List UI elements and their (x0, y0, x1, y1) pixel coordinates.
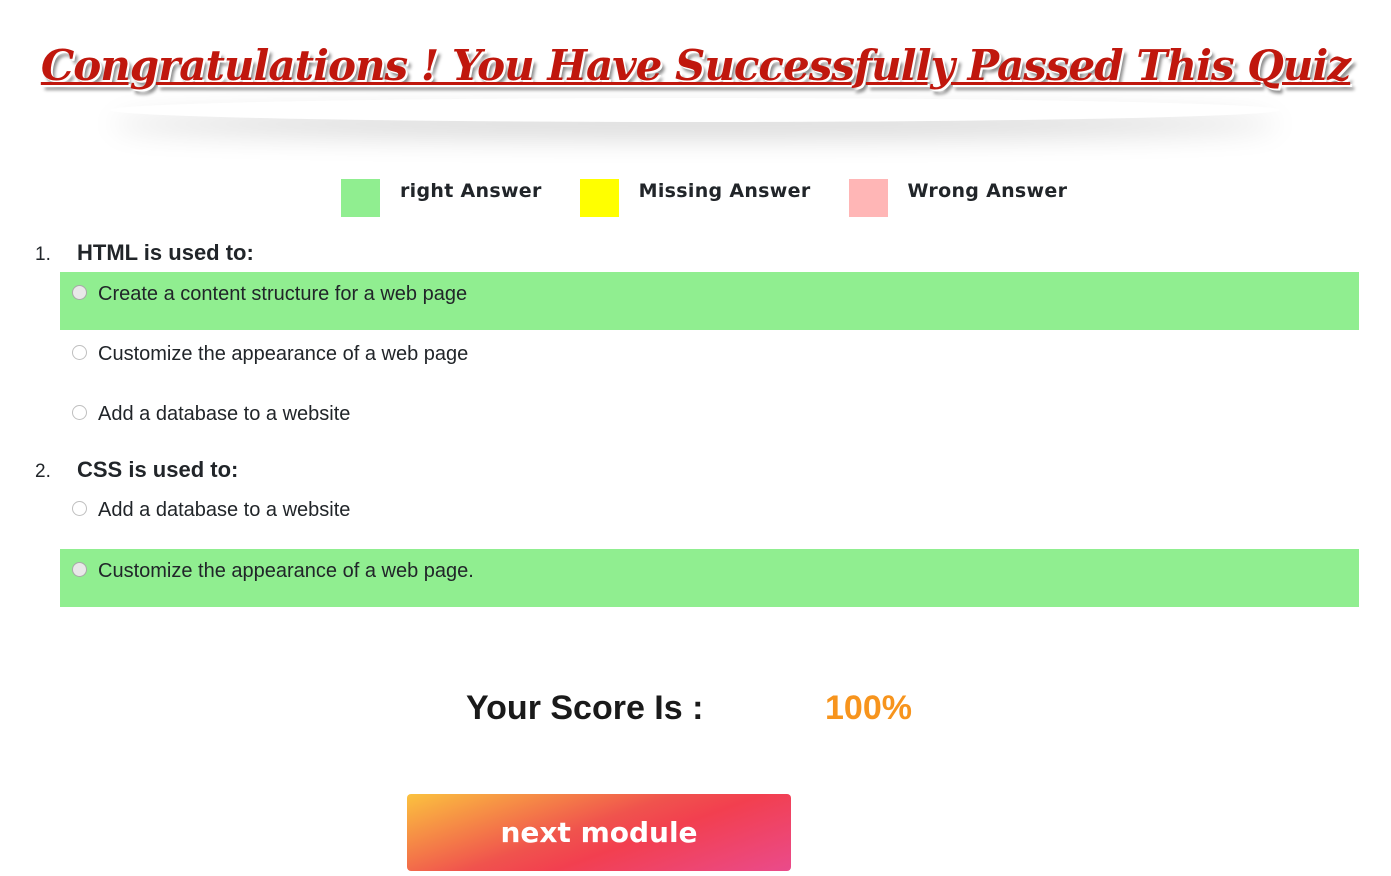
score-row: Your Score Is : 100% (0, 689, 1391, 733)
question-text: HTML is used to: (77, 240, 254, 265)
answer-option-label: Add a database to a website (98, 403, 351, 425)
radio-button[interactable] (72, 285, 87, 300)
wrong-answer-swatch (848, 179, 888, 217)
question-2: 2. CSS is used to: (0, 457, 1391, 487)
legend-item-right: right Answer (341, 179, 580, 217)
answer-option[interactable]: Customize the appearance of a web page. (60, 549, 1359, 607)
question-number: 2. (35, 461, 51, 482)
legend-item-missing: Missing Answer (579, 179, 849, 217)
legend-item-wrong: Wrong Answer (848, 179, 1106, 217)
answer-legend: right Answer Missing Answer Wrong Answer (341, 179, 1105, 217)
answer-option-label: Customize the appearance of a web page (98, 343, 469, 365)
answer-option-label: Customize the appearance of a web page. (98, 560, 474, 582)
answer-option[interactable]: Create a content structure for a web pag… (60, 272, 1359, 330)
radio-button[interactable] (72, 405, 87, 420)
radio-button[interactable] (72, 562, 87, 577)
radio-button[interactable] (72, 501, 87, 516)
score-value: 100% (825, 689, 912, 727)
legend-label-wrong: Wrong Answer (907, 180, 1068, 202)
answer-option-label: Create a content structure for a web pag… (98, 283, 468, 305)
answer-option-label: Add a database to a website (98, 499, 351, 521)
question-number: 1. (35, 244, 51, 265)
right-answer-swatch (341, 179, 380, 217)
answer-option[interactable]: Add a database to a website (60, 488, 1359, 546)
question-header: 1. HTML is used to: (0, 240, 1391, 270)
page-title: Congratulations ! You Have Successfully … (40, 41, 1351, 90)
missing-answer-swatch (579, 179, 619, 217)
page-header: Congratulations ! You Have Successfully … (0, 28, 1391, 138)
question-header: 2. CSS is used to: (0, 457, 1391, 487)
answer-option[interactable]: Customize the appearance of a web page (60, 332, 1359, 390)
answer-option[interactable]: Add a database to a website (60, 392, 1359, 450)
radio-button[interactable] (72, 345, 87, 360)
legend-label-missing: Missing Answer (638, 180, 811, 202)
question-text: CSS is used to: (77, 457, 239, 482)
score-label: Your Score Is : (466, 689, 704, 727)
next-module-button[interactable]: next module (407, 794, 791, 871)
question-1: 1. HTML is used to: (0, 240, 1391, 270)
legend-label-right: right Answer (400, 180, 542, 202)
